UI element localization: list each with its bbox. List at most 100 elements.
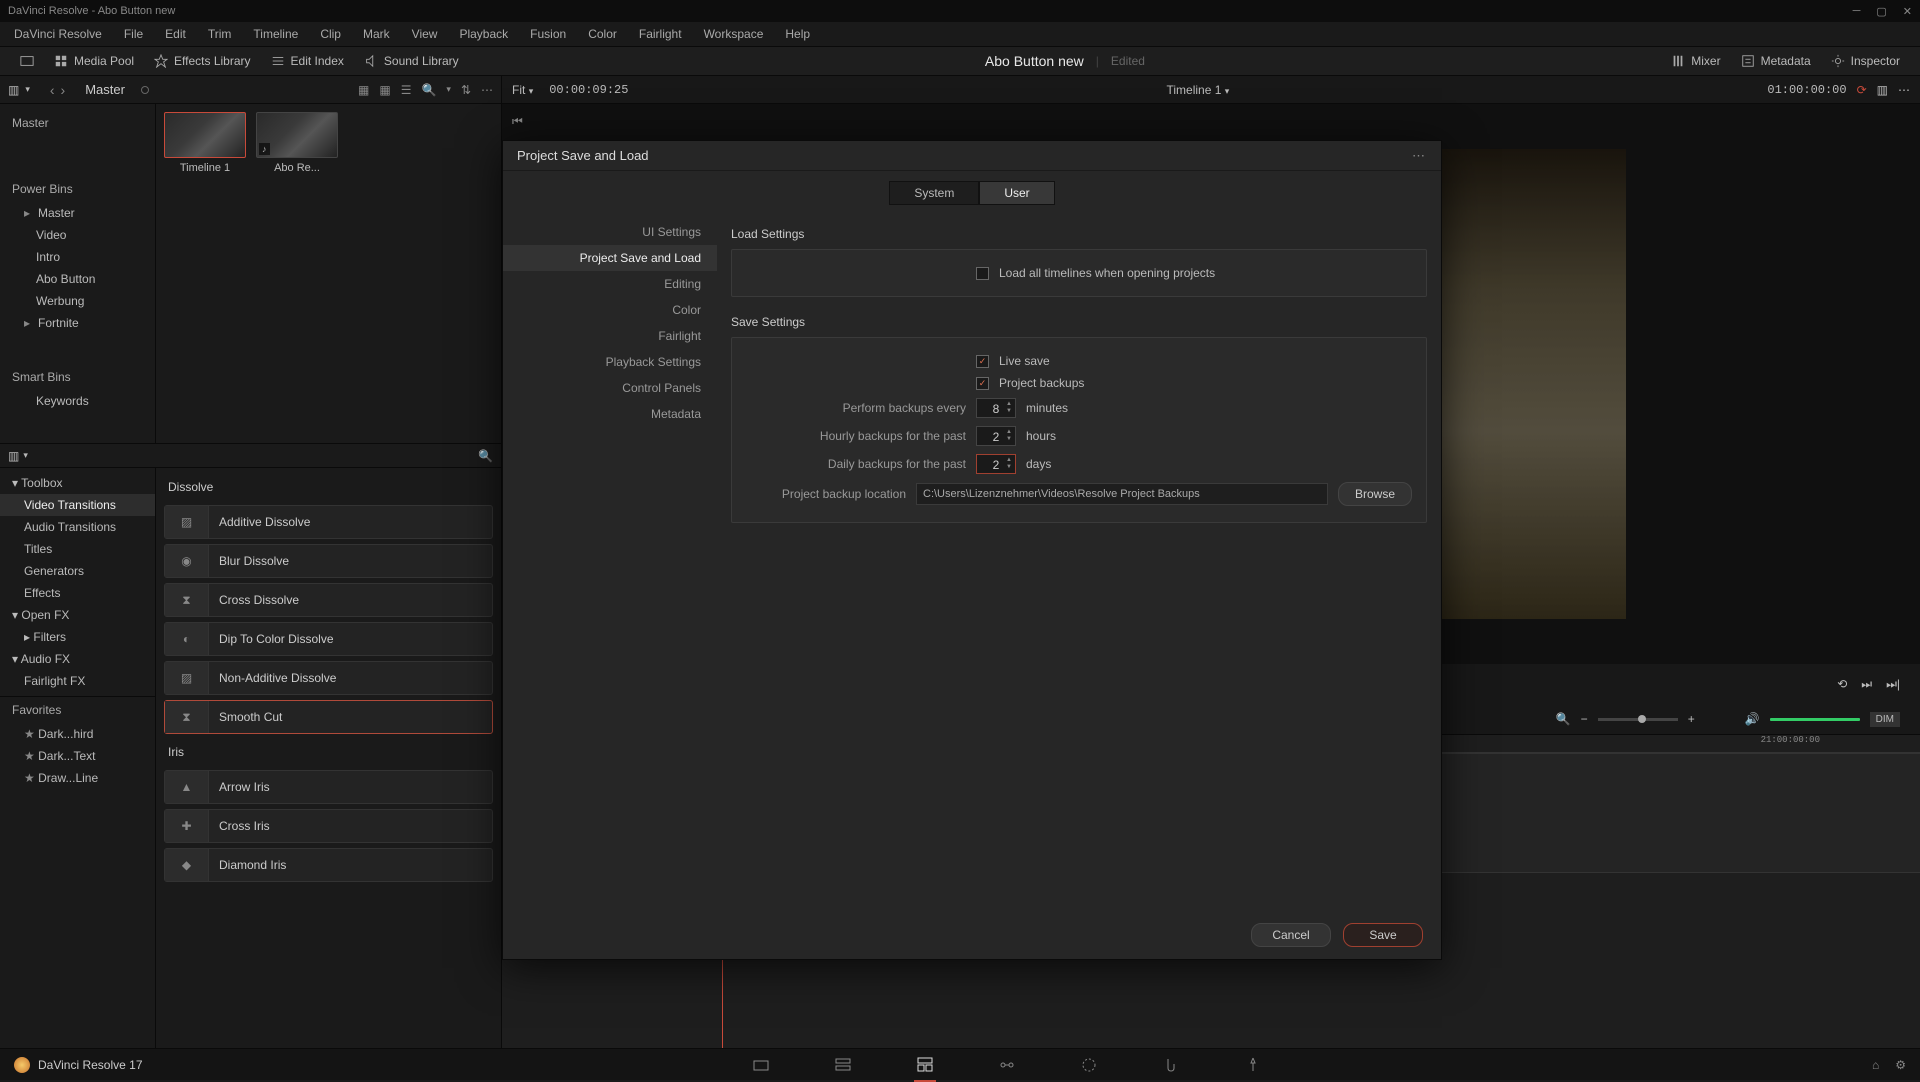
fx-item[interactable]: ▲Arrow Iris xyxy=(164,770,493,804)
fx-category[interactable]: Effects xyxy=(0,582,155,604)
edit-index-button[interactable]: Edit Index xyxy=(261,50,354,72)
fx-category[interactable]: Audio Transitions xyxy=(0,516,155,538)
bin-item[interactable]: Abo Button xyxy=(0,268,155,290)
menu-item[interactable]: File xyxy=(124,27,143,41)
menu-item[interactable]: Clip xyxy=(320,27,341,41)
menu-item[interactable]: Edit xyxy=(165,27,186,41)
search-icon[interactable]: 🔍 xyxy=(478,449,493,463)
menu-item[interactable]: DaVinci Resolve xyxy=(14,27,102,41)
chevron-down-icon[interactable]: ▾ xyxy=(446,84,451,95)
settings-icon[interactable]: ⚙ xyxy=(1895,1058,1906,1072)
bin-item[interactable]: Keywords xyxy=(0,390,155,412)
zoom-fit-dropdown[interactable]: Fit ▾ xyxy=(512,83,533,97)
prefs-category[interactable]: Project Save and Load xyxy=(503,245,717,271)
window-minimize[interactable]: ─ xyxy=(1853,5,1861,18)
home-icon[interactable]: ⌂ xyxy=(1872,1058,1879,1072)
prefs-category[interactable]: Control Panels xyxy=(503,375,717,401)
dim-button[interactable]: DIM xyxy=(1870,712,1900,727)
fx-item[interactable]: ⧗Smooth Cut xyxy=(164,700,493,734)
fx-item[interactable]: ✚Cross Iris xyxy=(164,809,493,843)
zoom-out[interactable]: − xyxy=(1581,712,1588,726)
view-list-icon[interactable]: ☰ xyxy=(401,83,412,97)
tab-user[interactable]: User xyxy=(979,181,1054,205)
backup-location-input[interactable]: C:\Users\Lizenznehmer\Videos\Resolve Pro… xyxy=(916,483,1328,505)
fx-category[interactable]: Video Transitions xyxy=(0,494,155,516)
page-fairlight[interactable] xyxy=(1160,1054,1182,1076)
fx-item[interactable]: ◆Diamond Iris xyxy=(164,848,493,882)
page-deliver[interactable] xyxy=(1242,1054,1264,1076)
project-backups-checkbox[interactable] xyxy=(976,377,989,390)
prefs-category[interactable]: Editing xyxy=(503,271,717,297)
prefs-category[interactable]: Fairlight xyxy=(503,323,717,349)
fx-item[interactable]: ⧗Cross Dissolve xyxy=(164,583,493,617)
sort-icon[interactable]: ⇅ xyxy=(461,83,471,97)
mixer-button[interactable]: Mixer xyxy=(1661,50,1730,72)
loop-icon[interactable]: ⟲ xyxy=(1837,677,1847,691)
live-save-checkbox[interactable] xyxy=(976,355,989,368)
fx-category[interactable]: Titles xyxy=(0,538,155,560)
bin-item[interactable]: Werbung xyxy=(0,290,155,312)
media-clip[interactable]: Timeline 1 xyxy=(164,112,246,174)
nav-back[interactable]: ‹ xyxy=(50,82,55,98)
volume-slider[interactable] xyxy=(1770,718,1860,721)
fx-category[interactable]: ▾ Audio FX xyxy=(0,648,155,670)
zoom-search-icon[interactable]: 🔍 xyxy=(1556,712,1571,726)
menu-item[interactable]: Workspace xyxy=(704,27,764,41)
load-all-checkbox[interactable] xyxy=(976,267,989,280)
window-maximize[interactable]: ▢ xyxy=(1876,5,1886,18)
sound-library-button[interactable]: Sound Library xyxy=(354,50,469,72)
menu-item[interactable]: Trim xyxy=(208,27,232,41)
full-screen-button[interactable] xyxy=(10,50,44,72)
more-icon[interactable]: ⋯ xyxy=(481,83,493,97)
next-icon[interactable]: ⏭ xyxy=(1861,677,1872,692)
bin-item[interactable]: ▸Master xyxy=(0,202,155,224)
effects-library-button[interactable]: Effects Library xyxy=(144,50,260,72)
layout-toggle-icon[interactable]: ▥ xyxy=(8,83,19,97)
media-clip[interactable]: ♪Abo Re... xyxy=(256,112,338,174)
favorite-item[interactable]: ★ Draw...Line xyxy=(0,767,155,789)
spinner-icon[interactable]: ▲▼ xyxy=(1004,455,1014,473)
spinner-icon[interactable]: ▲▼ xyxy=(1004,427,1014,445)
first-frame-icon[interactable]: ⏮ xyxy=(512,114,523,129)
prefs-category[interactable]: Metadata xyxy=(503,401,717,427)
browse-button[interactable]: Browse xyxy=(1338,482,1412,506)
menu-item[interactable]: View xyxy=(412,27,438,41)
fx-category[interactable]: ▾ Open FX xyxy=(0,604,155,626)
bin-item[interactable]: Intro xyxy=(0,246,155,268)
fx-category[interactable]: ▾ Toolbox xyxy=(0,472,155,494)
media-pool-button[interactable]: Media Pool xyxy=(44,50,144,72)
bin-item[interactable]: Video xyxy=(0,224,155,246)
menu-item[interactable]: Help xyxy=(785,27,810,41)
window-close[interactable]: ✕ xyxy=(1903,5,1912,18)
last-icon[interactable]: ⏭| xyxy=(1886,677,1900,692)
menu-item[interactable]: Timeline xyxy=(253,27,298,41)
page-color[interactable] xyxy=(1078,1054,1100,1076)
fx-category[interactable]: Generators xyxy=(0,560,155,582)
more-icon[interactable]: ⋯ xyxy=(1898,83,1910,97)
page-edit[interactable] xyxy=(914,1054,936,1076)
perform-backups-input[interactable]: 8▲▼ xyxy=(976,398,1016,418)
prefs-category[interactable]: Playback Settings xyxy=(503,349,717,375)
source-timecode[interactable]: 00:00:09:25 xyxy=(549,83,628,97)
nav-forward[interactable]: › xyxy=(61,82,66,98)
timeline-selector[interactable]: Timeline 1 ▾ xyxy=(628,83,1767,97)
favorite-item[interactable]: ★ Dark...hird xyxy=(0,723,155,745)
cancel-button[interactable]: Cancel xyxy=(1251,923,1331,947)
page-fusion[interactable] xyxy=(996,1054,1018,1076)
menu-item[interactable]: Playback xyxy=(459,27,508,41)
dialog-more-icon[interactable]: ⋯ xyxy=(1412,148,1427,164)
tab-system[interactable]: System xyxy=(889,181,979,205)
fx-category[interactable]: Fairlight FX xyxy=(0,670,155,692)
search-icon[interactable]: 🔍 xyxy=(421,83,436,97)
spinner-icon[interactable]: ▲▼ xyxy=(1004,399,1014,417)
layout-toggle-icon[interactable]: ▥ xyxy=(8,449,19,463)
prefs-category[interactable]: Color xyxy=(503,297,717,323)
menu-item[interactable]: Fairlight xyxy=(639,27,682,41)
record-timecode[interactable]: 01:00:00:00 xyxy=(1767,83,1846,97)
menu-item[interactable]: Color xyxy=(588,27,617,41)
volume-icon[interactable]: 🔊 xyxy=(1745,712,1760,726)
page-media[interactable] xyxy=(750,1054,772,1076)
view-metadata-icon[interactable]: ▦ xyxy=(358,83,369,97)
bin-root[interactable]: Master xyxy=(0,110,155,136)
view-thumb-icon[interactable]: ▦ xyxy=(379,83,390,97)
